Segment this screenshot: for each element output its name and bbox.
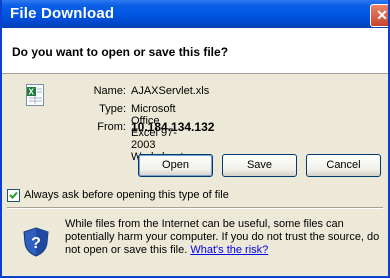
- file-download-dialog: File Download ✕ Do you want to open or s…: [0, 0, 390, 278]
- always-ask-label: Always ask before opening this type of f…: [24, 189, 229, 201]
- file-name: AJAXServlet.xls: [131, 85, 210, 97]
- svg-text:?: ?: [31, 235, 41, 252]
- open-button[interactable]: Open: [138, 154, 213, 177]
- always-ask-checkbox[interactable]: [7, 189, 20, 202]
- cancel-button[interactable]: Cancel: [306, 154, 381, 177]
- shield-question-icon: ?: [23, 227, 49, 257]
- dialog-question: Do you want to open or save this file?: [12, 45, 229, 59]
- window-title: File Download: [10, 5, 115, 22]
- title-bar[interactable]: File Download ✕: [2, 0, 388, 28]
- save-button[interactable]: Save: [222, 154, 297, 177]
- security-warning: While files from the Internet can be use…: [65, 218, 383, 257]
- dialog-header: Do you want to open or save this file?: [2, 28, 388, 74]
- svg-text:X: X: [29, 88, 35, 97]
- type-label: Type:: [99, 103, 126, 115]
- close-icon[interactable]: ✕: [370, 4, 388, 27]
- file-source: 10.184.134.132: [131, 120, 215, 134]
- checkmark-icon: [9, 191, 18, 199]
- whats-the-risk-link[interactable]: What's the risk?: [190, 244, 268, 256]
- name-label: Name:: [93, 85, 126, 97]
- excel-file-icon: X: [26, 84, 44, 106]
- from-label: From:: [97, 121, 126, 133]
- divider: [7, 207, 383, 209]
